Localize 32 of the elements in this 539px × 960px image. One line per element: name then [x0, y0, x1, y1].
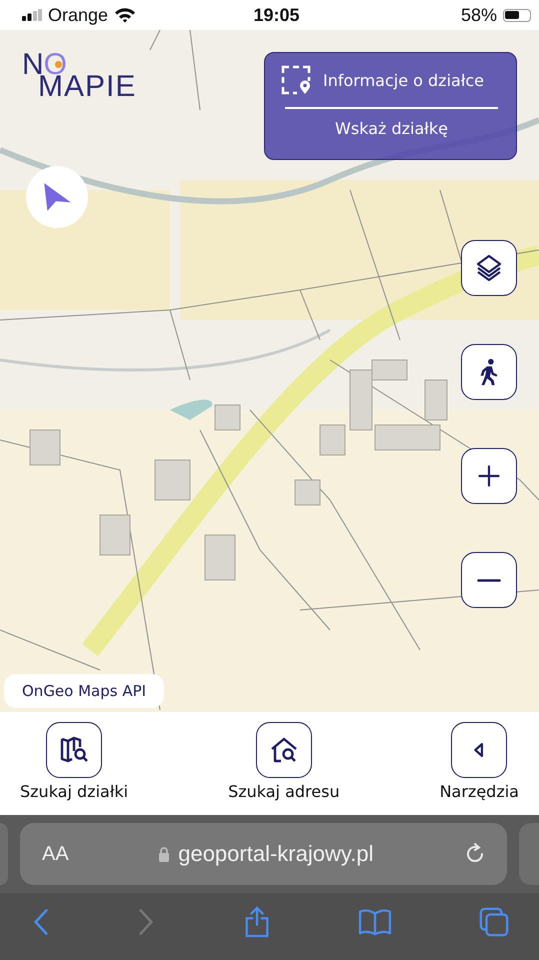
carrier-name: Orange	[48, 4, 108, 26]
layers-button[interactable]	[461, 240, 517, 296]
url-text: geoportal-krajowy.pl	[178, 841, 374, 867]
address-search-button[interactable]: Szukaj adresu	[228, 722, 340, 815]
pond-shape	[170, 400, 212, 420]
house-search-icon	[268, 735, 299, 765]
battery-percent: 58%	[460, 4, 497, 26]
minus-icon	[477, 578, 501, 582]
tools-button[interactable]: Narzędzia	[440, 722, 519, 815]
plus-icon	[476, 463, 502, 489]
map-attribution: OnGeo Maps API	[4, 674, 164, 708]
arrow-pointer-icon	[41, 181, 73, 213]
lock-icon	[158, 846, 170, 862]
address-bar[interactable]: AA geoportal-krajowy.pl	[20, 823, 507, 885]
bookmarks-icon[interactable]	[358, 908, 392, 936]
zoom-in-button[interactable]	[461, 448, 517, 504]
clock-time: 19:05	[253, 4, 300, 26]
info-title: Informacje o działce	[323, 70, 484, 90]
select-parcel-button[interactable]: Wskaż działkę	[327, 114, 456, 142]
signal-icon	[22, 9, 42, 21]
layers-icon	[474, 253, 504, 283]
battery-icon	[502, 8, 531, 22]
parcel-pin-icon	[281, 65, 311, 95]
parcel-search-button[interactable]: Szukaj działki	[20, 722, 128, 815]
wifi-icon	[114, 7, 136, 23]
map-search-icon	[59, 735, 90, 765]
tabs-icon[interactable]	[479, 906, 509, 936]
back-icon[interactable]	[32, 908, 50, 936]
share-icon[interactable]	[242, 906, 270, 938]
text-size-button[interactable]: AA	[42, 842, 69, 866]
zoom-out-button[interactable]	[461, 552, 517, 608]
walking-person-button[interactable]	[461, 344, 517, 400]
